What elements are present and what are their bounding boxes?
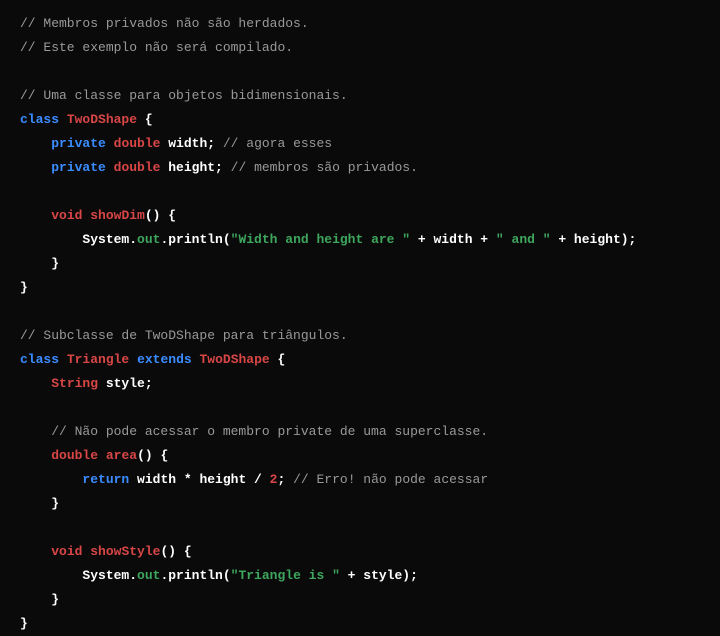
keyword: class xyxy=(20,112,59,127)
code-text: .println( xyxy=(160,232,230,247)
code-line: System.out.println("Width and height are… xyxy=(20,228,700,252)
comment-text: // Não pode acessar o membro private de … xyxy=(20,424,488,439)
brace: } xyxy=(20,616,28,631)
code-text: + height); xyxy=(551,232,637,247)
code-line: // Subclasse de TwoDShape para triângulo… xyxy=(20,324,700,348)
class-name: TwoDShape xyxy=(199,352,269,367)
code-line: System.out.println("Triangle is " + styl… xyxy=(20,564,700,588)
code-block: // Membros privados não são herdados. //… xyxy=(20,12,700,636)
parens: () { xyxy=(145,208,176,223)
code-line xyxy=(20,396,700,420)
comment-text: // Subclasse de TwoDShape para triângulo… xyxy=(20,328,348,343)
brace: { xyxy=(270,352,286,367)
code-line: class Triangle extends TwoDShape { xyxy=(20,348,700,372)
code-line: } xyxy=(20,588,700,612)
comment-text: // agora esses xyxy=(215,136,332,151)
type: double xyxy=(114,160,161,175)
string-literal: " and " xyxy=(496,232,551,247)
code-line xyxy=(20,516,700,540)
code-text: System. xyxy=(20,232,137,247)
comment-text: // Uma classe para objetos bidimensionai… xyxy=(20,88,348,103)
type: double xyxy=(114,136,161,151)
code-line xyxy=(20,180,700,204)
brace: { xyxy=(137,112,153,127)
keyword: return xyxy=(82,472,129,487)
property: out xyxy=(137,232,160,247)
code-line: // Membros privados não são herdados. xyxy=(20,12,700,36)
brace: } xyxy=(20,496,59,511)
type: void xyxy=(51,208,82,223)
brace: } xyxy=(20,592,59,607)
code-text: width * height / xyxy=(129,472,269,487)
comment-text: // membros são privados. xyxy=(223,160,418,175)
code-text: System. xyxy=(20,568,137,583)
code-line: String style; xyxy=(20,372,700,396)
parens: () { xyxy=(160,544,191,559)
brace: } xyxy=(20,280,28,295)
code-text: + width + xyxy=(410,232,496,247)
code-line xyxy=(20,60,700,84)
code-line: class TwoDShape { xyxy=(20,108,700,132)
code-line: // Uma classe para objetos bidimensionai… xyxy=(20,84,700,108)
keyword: class xyxy=(20,352,59,367)
type: void xyxy=(51,544,82,559)
code-text: + style); xyxy=(340,568,418,583)
keyword: private xyxy=(51,160,106,175)
class-name: Triangle xyxy=(67,352,129,367)
type: String xyxy=(51,376,98,391)
code-line: void showDim() { xyxy=(20,204,700,228)
code-text: .println( xyxy=(160,568,230,583)
code-line: private double height; // membros são pr… xyxy=(20,156,700,180)
class-name: TwoDShape xyxy=(67,112,137,127)
code-line: } xyxy=(20,492,700,516)
method-name: showStyle xyxy=(90,544,160,559)
string-literal: "Width and height are " xyxy=(231,232,410,247)
keyword: extends xyxy=(137,352,192,367)
field: width; xyxy=(160,136,215,151)
code-line: return width * height / 2; // Erro! não … xyxy=(20,468,700,492)
code-line: } xyxy=(20,252,700,276)
method-name: showDim xyxy=(90,208,145,223)
string-literal: "Triangle is " xyxy=(231,568,340,583)
comment-text: // Membros privados não são herdados. xyxy=(20,16,309,31)
property: out xyxy=(137,568,160,583)
code-line: // Este exemplo não será compilado. xyxy=(20,36,700,60)
brace: } xyxy=(20,256,59,271)
code-line xyxy=(20,300,700,324)
parens: () { xyxy=(137,448,168,463)
code-line: } xyxy=(20,276,700,300)
comment-text: // Erro! não pode acessar xyxy=(285,472,488,487)
code-line: void showStyle() { xyxy=(20,540,700,564)
method-name: area xyxy=(106,448,137,463)
code-line: private double width; // agora esses xyxy=(20,132,700,156)
code-line: } xyxy=(20,612,700,636)
code-line: double area() { xyxy=(20,444,700,468)
field: height; xyxy=(160,160,222,175)
type: double xyxy=(51,448,98,463)
comment-text: // Este exemplo não será compilado. xyxy=(20,40,293,55)
code-line: // Não pode acessar o membro private de … xyxy=(20,420,700,444)
keyword: private xyxy=(51,136,106,151)
field: style; xyxy=(98,376,153,391)
